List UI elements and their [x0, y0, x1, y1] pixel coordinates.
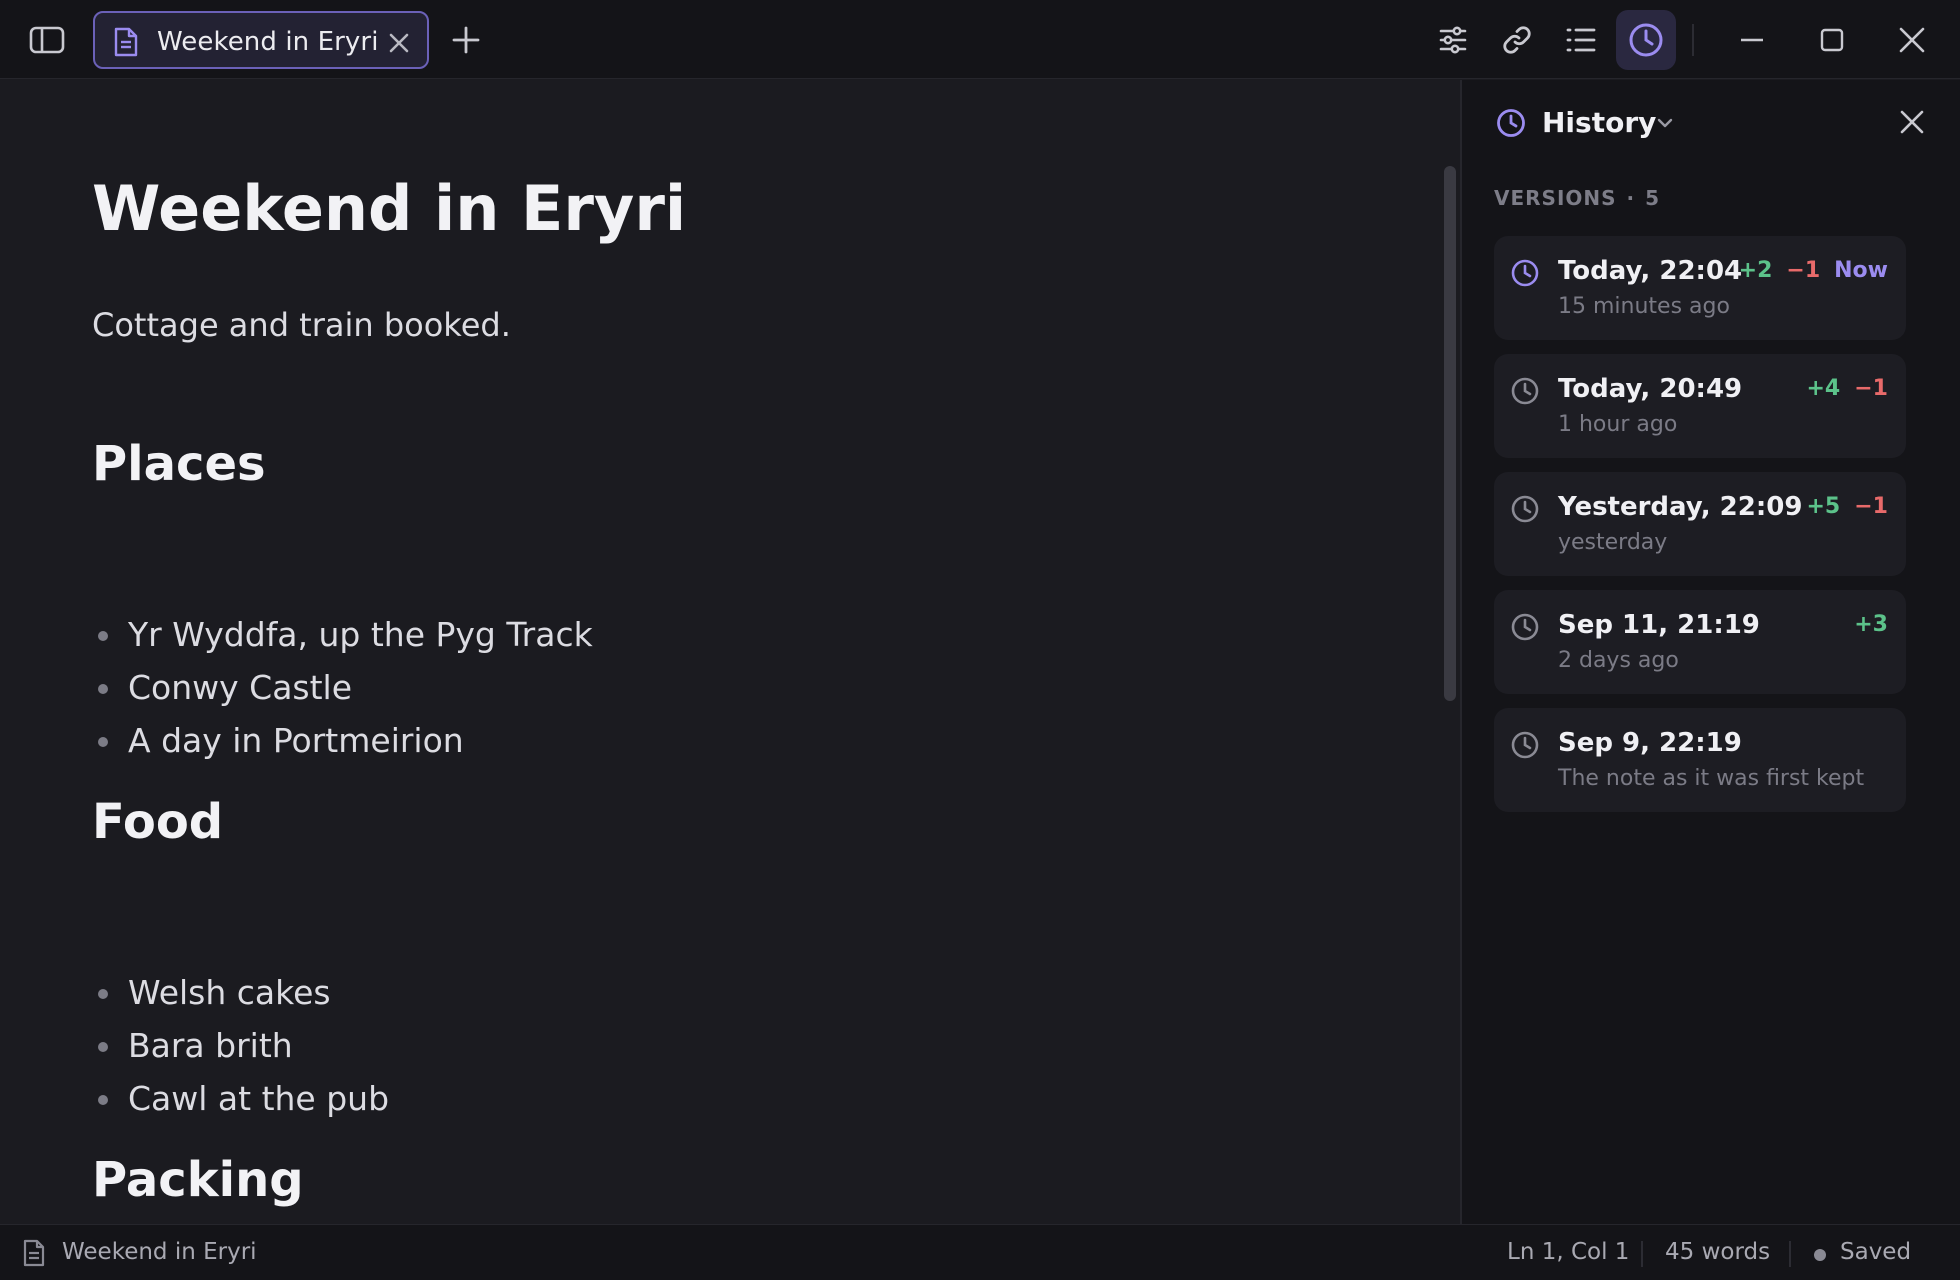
chevron-down-icon[interactable] — [1654, 112, 1676, 134]
versions-header: VERSIONS · 5 — [1494, 186, 1661, 210]
heading-packing: Packing — [92, 1152, 304, 1208]
saved-indicator-dot — [1814, 1249, 1826, 1261]
version-title: Today, 20:49 — [1558, 374, 1743, 404]
save-status: Saved — [1840, 1239, 1912, 1265]
list-item: Welsh cakes — [92, 966, 389, 1019]
title-bar: Weekend in Eryri — [0, 0, 1960, 79]
heading-places: Places — [92, 436, 266, 492]
version-item[interactable]: Today, 22:04 15 minutes ago +2 −1 Now — [1494, 236, 1906, 340]
clock-icon — [1496, 108, 1526, 138]
clock-icon — [1510, 494, 1540, 524]
additions-count: +5 — [1806, 494, 1841, 519]
plus-icon[interactable] — [446, 20, 486, 60]
sliders-icon[interactable] — [1433, 18, 1473, 62]
version-subtitle: yesterday — [1558, 530, 1668, 555]
version-item[interactable]: Sep 9, 22:19 The note as it was first ke… — [1494, 708, 1906, 812]
deletions-count: −1 — [1854, 376, 1888, 401]
list-item: Conwy Castle — [92, 661, 593, 714]
list-item: Bara brith — [92, 1019, 389, 1072]
deletions-count: −1 — [1786, 258, 1821, 283]
page-title: Weekend in Eryri — [92, 172, 687, 245]
list-item: Cawl at the pub — [92, 1072, 389, 1125]
list-item: A day in Portmeirion — [92, 714, 593, 767]
deletions-count: −1 — [1854, 494, 1888, 519]
history-pane: History VERSIONS · 5 Today, 22:04 15 minut… — [1460, 80, 1960, 1224]
document-icon — [113, 27, 139, 57]
clock-icon[interactable] — [1616, 10, 1676, 70]
version-item[interactable]: Yesterday, 22:09 yesterday +5 −1 — [1494, 472, 1906, 576]
version-title: Sep 9, 22:19 — [1558, 728, 1742, 758]
current-badge: Now — [1834, 258, 1888, 283]
tab-weekend-in-eryri[interactable]: Weekend in Eryri — [93, 11, 429, 69]
version-subtitle: 2 days ago — [1558, 648, 1679, 673]
sidebar-toggle-icon[interactable] — [22, 20, 72, 60]
version-subtitle: 1 hour ago — [1558, 412, 1678, 437]
version-title: Sep 11, 21:19 — [1558, 610, 1760, 640]
close-tab-icon[interactable] — [385, 29, 413, 57]
clock-icon — [1510, 730, 1540, 760]
link-icon[interactable] — [1497, 18, 1537, 62]
clock-icon — [1510, 258, 1540, 288]
version-title: Today, 22:04 — [1558, 256, 1743, 286]
word-count[interactable]: 45 words — [1665, 1239, 1770, 1265]
list-icon[interactable] — [1561, 18, 1601, 62]
additions-count: +4 — [1806, 376, 1841, 401]
status-divider — [1641, 1241, 1643, 1267]
version-item[interactable]: Sep 11, 21:19 2 days ago +3 — [1494, 590, 1906, 694]
status-filename: Weekend in Eryri — [62, 1239, 257, 1265]
status-bar: Weekend in Eryri Ln 1, Col 1 45 words Sa… — [0, 1224, 1960, 1280]
toolbar-divider — [1692, 24, 1694, 56]
version-item[interactable]: Today, 20:49 1 hour ago +4 −1 — [1494, 354, 1906, 458]
list-item: Yr Wyddfa, up the Pyg Track — [92, 608, 593, 661]
additions-count: +3 — [1854, 612, 1888, 637]
history-title[interactable]: History — [1542, 106, 1656, 139]
maximize-icon[interactable] — [1810, 20, 1854, 60]
list-places: Yr Wyddfa, up the Pyg Track Conwy Castle… — [92, 608, 593, 767]
additions-count: +2 — [1738, 258, 1773, 283]
cursor-position[interactable]: Ln 1, Col 1 — [1507, 1239, 1629, 1265]
paragraph: Cottage and train booked. — [92, 306, 511, 344]
close-pane-icon[interactable] — [1896, 106, 1928, 138]
document-icon — [22, 1239, 46, 1267]
editor[interactable]: Weekend in Eryri Cottage and train booke… — [0, 80, 1460, 1224]
list-food: Welsh cakes Bara brith Cawl at the pub — [92, 966, 389, 1125]
app-window: Weekend in Eryri Weekend in Eryri Cottag… — [0, 0, 1960, 1280]
minimize-icon[interactable] — [1730, 20, 1774, 60]
clock-icon — [1510, 612, 1540, 642]
close-icon[interactable] — [1890, 20, 1934, 60]
version-title: Yesterday, 22:09 — [1558, 492, 1803, 522]
heading-food: Food — [92, 794, 224, 850]
tab-label: Weekend in Eryri — [157, 27, 379, 57]
version-subtitle: 15 minutes ago — [1558, 294, 1730, 319]
version-subtitle: The note as it was first kept — [1558, 766, 1865, 791]
status-divider — [1789, 1241, 1791, 1267]
editor-scrollbar[interactable] — [1444, 166, 1456, 701]
clock-icon — [1510, 376, 1540, 406]
